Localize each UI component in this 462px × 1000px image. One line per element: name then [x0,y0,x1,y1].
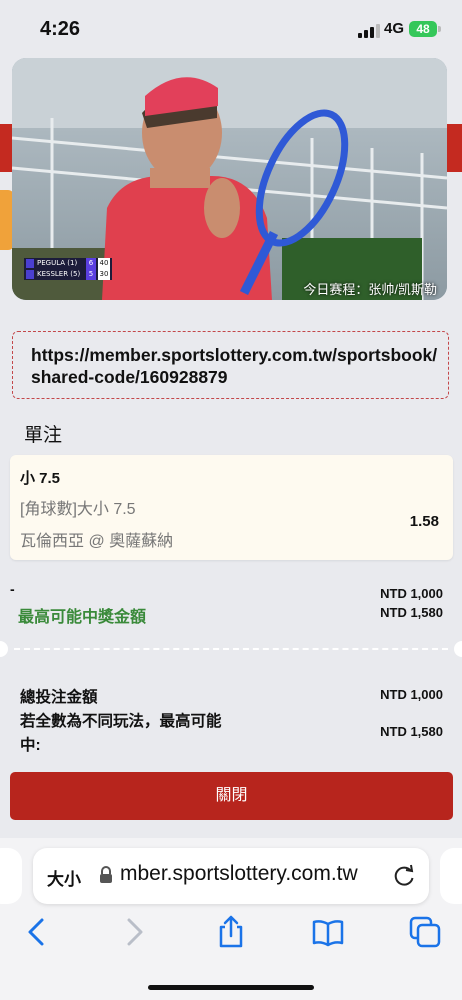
stake-label: - [10,581,15,597]
live-video-player[interactable]: PEGULA (1) 6 40 KESSLER (5) 5 30 今日赛程：张帅… [12,58,447,300]
status-bar: 4:26 4G 48 [0,0,462,58]
share-icon[interactable] [214,915,248,949]
total-stake-label: 總投注金額 [20,689,98,706]
network-type: 4G [384,20,405,37]
all-win-label: 若全數為不同玩法，最高可能中: [20,713,222,754]
status-time: 4:26 [40,18,81,40]
battery-icon: 48 [409,21,437,37]
bookmarks-icon[interactable] [311,915,345,949]
ticket-divider [0,641,462,657]
bet-type-title: 單注 [24,425,63,446]
max-win-value: NTD 1,580 [380,605,443,620]
reload-icon[interactable] [391,862,417,890]
previous-tab-card[interactable] [0,848,22,904]
back-icon[interactable] [20,915,54,949]
address-bar[interactable]: 大小 mber.sportslottery.com.tw [33,848,429,904]
lock-icon [100,866,112,883]
tabs-icon[interactable] [408,915,442,949]
home-indicator [148,985,314,990]
address-text[interactable]: mber.sportslottery.com.tw [120,862,358,886]
all-win-value: NTD 1,580 [380,724,443,739]
browser-toolbar [0,915,462,955]
scoreboard: PEGULA (1) 6 40 KESSLER (5) 5 30 [24,258,112,280]
total-stake-value: NTD 1,000 [380,687,443,702]
close-button[interactable]: 關閉 [10,772,453,820]
bet-event: 瓦倫西亞 @ 奧薩蘇納 [20,533,174,550]
bet-market: [角球數]大小 7.5 [20,501,136,518]
stake-value: NTD 1,000 [380,586,443,601]
bet-selection: 小 7.5 [20,470,61,487]
share-url-box[interactable]: https://member.sportslottery.com.tw/spor… [12,331,449,399]
bet-odds: 1.58 [409,513,439,530]
forward-icon[interactable] [117,915,151,949]
next-tab-card[interactable] [440,848,462,904]
bet-card: 小 7.5 [角球數]大小 7.5 瓦倫西亞 @ 奧薩蘇納 1.58 [10,455,453,560]
signal-icon [358,24,380,38]
page-settings-button[interactable]: 大小 [47,865,81,890]
share-url-text[interactable]: https://member.sportslottery.com.tw/spor… [31,344,441,388]
max-win-label: 最高可能中獎金額 [18,609,147,626]
scoreboard-row: KESSLER (5) 5 30 [24,269,112,280]
video-caption: 今日赛程：张帅/凯斯勒 [303,282,437,297]
battery-tip [438,26,441,32]
scoreboard-row: PEGULA (1) 6 40 [24,258,112,269]
